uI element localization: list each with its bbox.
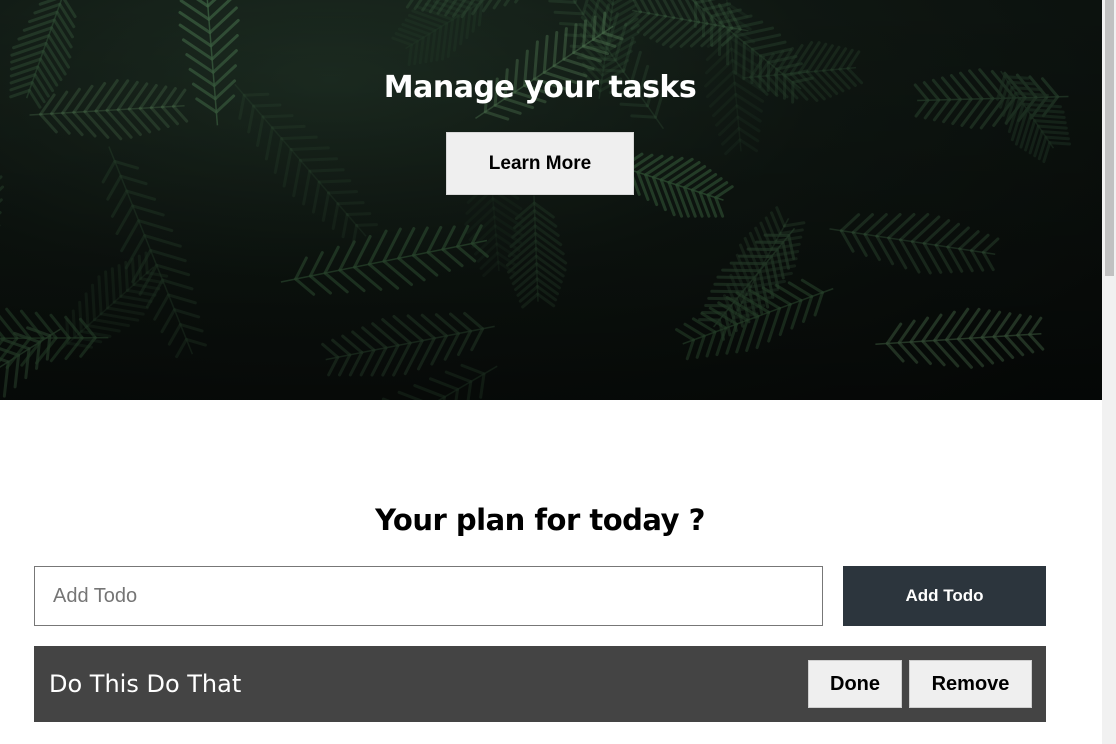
hero-title: Manage your tasks xyxy=(383,70,697,105)
plan-title: Your plan for today ? xyxy=(375,503,705,537)
todo-item: Do This Do That Done Remove xyxy=(34,646,1046,722)
add-todo-button[interactable]: Add Todo xyxy=(843,566,1046,626)
done-button[interactable]: Done xyxy=(808,660,902,708)
todo-text: Do This Do That xyxy=(49,670,242,698)
hero-banner: Manage your tasks Learn More xyxy=(0,0,1102,400)
remove-button[interactable]: Remove xyxy=(909,660,1032,708)
scrollbar-thumb[interactable] xyxy=(1105,0,1114,276)
add-todo-input[interactable] xyxy=(34,566,823,626)
palm-leaves-background xyxy=(0,0,1102,400)
page-scrollbar[interactable] xyxy=(1102,0,1116,744)
learn-more-button[interactable]: Learn More xyxy=(446,132,634,195)
